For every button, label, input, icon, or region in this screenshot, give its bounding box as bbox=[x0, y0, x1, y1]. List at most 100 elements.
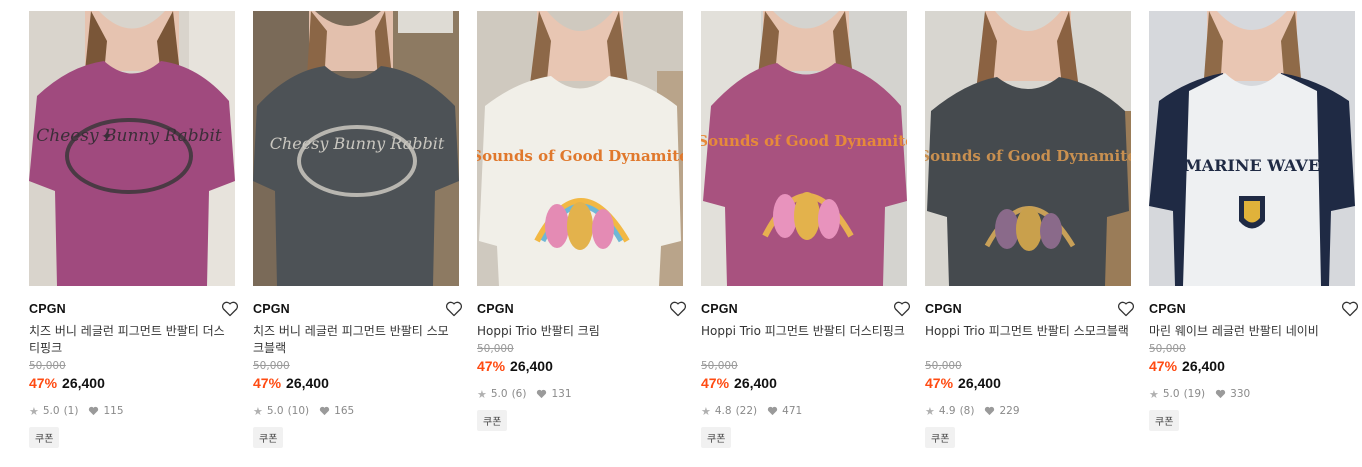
brand-name[interactable]: CPGN bbox=[29, 302, 66, 316]
review-meta: ★ 4.9 (8) 229 bbox=[925, 404, 1131, 418]
heart-outline-icon[interactable] bbox=[1341, 301, 1359, 317]
product-photo: Cheesy Bunny Rabbit ✦ bbox=[29, 11, 235, 286]
rating: 5.0 bbox=[266, 405, 284, 417]
product-photo: Sounds of Good Dynamite bbox=[701, 11, 907, 286]
print-text: Sounds of Good Dynamite bbox=[701, 132, 907, 150]
discount-rate: 47% bbox=[925, 375, 954, 391]
like-count: 131 bbox=[551, 388, 572, 400]
product-name[interactable]: Hoppi Trio 피그먼트 반팔티 더스티핑크 bbox=[701, 323, 907, 357]
product-photo: Sounds of Good Dynamite bbox=[477, 11, 683, 286]
brand-name[interactable]: CPGN bbox=[253, 302, 290, 316]
product-card[interactable]: Sounds of Good Dynamite CPGN Hoppi Trio … bbox=[477, 11, 687, 448]
product-card[interactable]: Sounds of Good Dynamite CPGN Hoppi Trio … bbox=[701, 11, 911, 448]
like-count: 165 bbox=[334, 405, 355, 417]
product-card[interactable]: Cheesy Bunny Rabbit CPGN 치즈 버니 레글런 피그먼트 … bbox=[253, 11, 463, 448]
product-image[interactable]: Cheesy Bunny Rabbit bbox=[253, 11, 459, 286]
product-photo: Cheesy Bunny Rabbit bbox=[253, 11, 459, 286]
product-name[interactable]: 치즈 버니 레글런 피그먼트 반팔티 더스티핑크 bbox=[29, 323, 235, 357]
rating: 5.0 bbox=[42, 405, 60, 417]
heart-outline-icon[interactable] bbox=[445, 301, 463, 317]
heart-outline-icon[interactable] bbox=[221, 301, 239, 317]
like-count: 330 bbox=[1230, 388, 1251, 400]
original-price: 50,000 bbox=[477, 343, 514, 355]
review-meta: ★ 5.0 (19) 330 bbox=[1149, 387, 1355, 401]
heart-outline-icon[interactable] bbox=[1117, 301, 1135, 317]
review-count: (19) bbox=[1183, 388, 1206, 400]
heart-filled-icon bbox=[320, 406, 330, 416]
product-name[interactable]: Hoppi Trio 반팔티 크림 bbox=[477, 323, 683, 340]
review-meta: ★ 5.0 (6) 131 bbox=[477, 387, 683, 401]
like-count: 471 bbox=[782, 405, 803, 417]
original-price: 50,000 bbox=[253, 360, 290, 372]
sale-price: 26,400 bbox=[286, 375, 329, 391]
discount-rate: 47% bbox=[701, 375, 730, 391]
product-image[interactable]: Sounds of Good Dynamite bbox=[701, 11, 907, 286]
rating: 5.0 bbox=[490, 388, 508, 400]
sale-price: 26,400 bbox=[62, 375, 105, 391]
sale-price: 26,400 bbox=[1182, 358, 1225, 374]
star-icon: ★ bbox=[29, 404, 39, 418]
review-meta: ★ 5.0 (10) 165 bbox=[253, 404, 459, 418]
heart-filled-icon bbox=[768, 406, 778, 416]
review-count: (8) bbox=[959, 405, 975, 417]
star-icon: ★ bbox=[701, 404, 711, 418]
original-price: 50,000 bbox=[1149, 343, 1186, 355]
print-text: Cheesy Bunny Rabbit bbox=[270, 134, 445, 153]
product-image[interactable]: Sounds of Good Dynamite bbox=[477, 11, 683, 286]
sale-price: 26,400 bbox=[734, 375, 777, 391]
review-count: (10) bbox=[287, 405, 310, 417]
coupon-badge[interactable]: 쿠폰 bbox=[925, 427, 956, 448]
coupon-badge[interactable]: 쿠폰 bbox=[29, 427, 60, 448]
discount-rate: 47% bbox=[253, 375, 282, 391]
heart-filled-icon bbox=[537, 389, 547, 399]
heart-outline-icon[interactable] bbox=[893, 301, 911, 317]
product-card[interactable]: Cheesy Bunny Rabbit ✦ CPGN 치즈 버니 레글런 피그먼… bbox=[29, 11, 239, 448]
product-card[interactable]: Sounds of Good Dynamite CPGN Hoppi Trio … bbox=[925, 11, 1135, 448]
print-text: Sounds of Good Dynamite bbox=[477, 147, 683, 165]
product-image[interactable]: Sounds of Good Dynamite bbox=[925, 11, 1131, 286]
review-count: (6) bbox=[511, 388, 527, 400]
star-icon: ★ bbox=[925, 404, 935, 418]
brand-name[interactable]: CPGN bbox=[477, 302, 514, 316]
print-text: MARINE WAVE bbox=[1184, 156, 1320, 175]
product-name[interactable]: 치즈 버니 레글런 피그먼트 반팔티 스모크블랙 bbox=[253, 323, 459, 357]
product-grid: Cheesy Bunny Rabbit ✦ CPGN 치즈 버니 레글런 피그먼… bbox=[29, 11, 1359, 448]
product-photo: Sounds of Good Dynamite bbox=[925, 11, 1131, 286]
review-count: (22) bbox=[735, 405, 758, 417]
rating: 4.9 bbox=[938, 405, 956, 417]
heart-filled-icon bbox=[89, 406, 99, 416]
discount-rate: 47% bbox=[29, 375, 58, 391]
original-price: 50,000 bbox=[925, 360, 962, 372]
coupon-badge[interactable]: 쿠폰 bbox=[477, 410, 508, 431]
original-price: 50,000 bbox=[29, 360, 66, 372]
heart-filled-icon bbox=[985, 406, 995, 416]
print-text: Cheesy Bunny Rabbit bbox=[36, 126, 222, 146]
rating: 4.8 bbox=[714, 405, 732, 417]
print-text: Sounds of Good Dynamite bbox=[925, 147, 1131, 165]
product-image[interactable]: MARINE WAVE bbox=[1149, 11, 1355, 286]
review-meta: ★ 5.0 (1) 115 bbox=[29, 404, 235, 418]
product-name[interactable]: 마린 웨이브 레글런 반팔티 네이비 bbox=[1149, 323, 1355, 340]
brand-name[interactable]: CPGN bbox=[925, 302, 962, 316]
brand-name[interactable]: CPGN bbox=[1149, 302, 1186, 316]
product-name[interactable]: Hoppi Trio 피그먼트 반팔티 스모크블랙 bbox=[925, 323, 1131, 357]
coupon-badge[interactable]: 쿠폰 bbox=[701, 427, 732, 448]
discount-rate: 47% bbox=[1149, 358, 1178, 374]
review-meta: ★ 4.8 (22) 471 bbox=[701, 404, 907, 418]
svg-text:✦: ✦ bbox=[101, 129, 113, 145]
star-icon: ★ bbox=[1149, 387, 1159, 401]
coupon-badge[interactable]: 쿠폰 bbox=[1149, 410, 1180, 431]
review-count: (1) bbox=[63, 405, 79, 417]
product-photo: MARINE WAVE bbox=[1149, 11, 1355, 286]
like-count: 115 bbox=[103, 405, 124, 417]
product-image[interactable]: Cheesy Bunny Rabbit ✦ bbox=[29, 11, 235, 286]
discount-rate: 47% bbox=[477, 358, 506, 374]
coupon-badge[interactable]: 쿠폰 bbox=[253, 427, 284, 448]
like-count: 229 bbox=[999, 405, 1020, 417]
sale-price: 26,400 bbox=[510, 358, 553, 374]
product-card[interactable]: MARINE WAVE CPGN 마린 웨이브 레글런 반팔티 네이비 50,0… bbox=[1149, 11, 1359, 448]
heart-filled-icon bbox=[1216, 389, 1226, 399]
brand-name[interactable]: CPGN bbox=[701, 302, 738, 316]
heart-outline-icon[interactable] bbox=[669, 301, 687, 317]
rating: 5.0 bbox=[1162, 388, 1180, 400]
